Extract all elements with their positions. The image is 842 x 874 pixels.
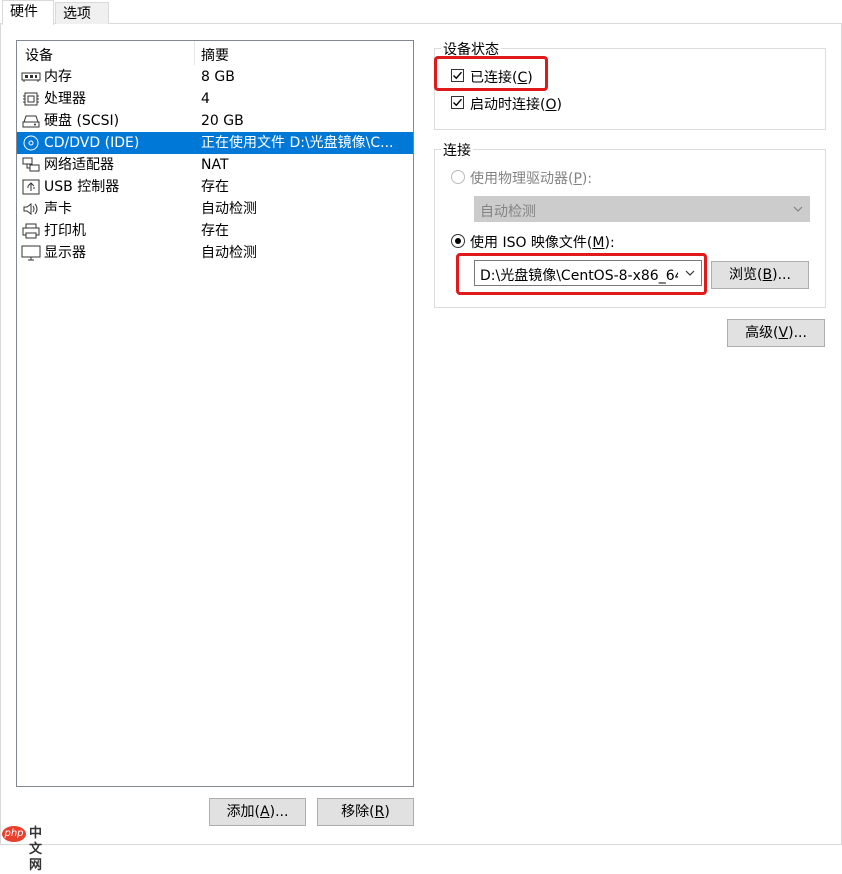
tab-bar: 硬件 选项 <box>0 0 842 25</box>
hard-disk-icon <box>22 115 40 128</box>
device-summary: 20 GB <box>201 113 244 129</box>
memory-icon <box>21 72 41 82</box>
column-header-device[interactable]: 设备 <box>25 45 53 65</box>
physical-drive-label[interactable]: 使用物理驱动器(P): <box>470 168 592 188</box>
device-name: 声卡 <box>44 201 72 217</box>
device-name: USB 控制器 <box>44 179 120 195</box>
device-row-usb-controller[interactable]: USB 控制器 存在 <box>17 176 413 198</box>
device-name: CD/DVD (IDE) <box>44 135 140 151</box>
device-name: 显示器 <box>44 245 86 261</box>
device-summary: 存在 <box>201 223 229 239</box>
advanced-button[interactable]: 高级(V)... <box>727 319 825 347</box>
processor-icon <box>23 92 39 106</box>
device-row-printer[interactable]: 打印机 存在 <box>17 220 413 242</box>
device-name: 硬盘 (SCSI) <box>44 113 120 129</box>
device-summary: NAT <box>201 157 229 173</box>
annotation-highlight-iso-path <box>456 253 707 295</box>
device-summary: 自动检测 <box>201 245 257 261</box>
device-summary: 4 <box>201 91 210 107</box>
connect-at-power-on-checkbox[interactable] <box>451 96 464 109</box>
device-summary: 存在 <box>201 179 229 195</box>
device-name: 打印机 <box>44 223 86 239</box>
column-separator[interactable] <box>194 41 195 65</box>
usb-icon <box>22 179 40 195</box>
remove-button[interactable]: 移除(R) <box>317 798 414 826</box>
connect-at-power-on-label[interactable]: 启动时连接(O) <box>470 94 562 114</box>
device-row-network-adapter[interactable]: 网络适配器 NAT <box>17 154 413 176</box>
tab-hardware[interactable]: 硬件 <box>2 0 54 25</box>
physical-drive-select[interactable]: 自动检测 <box>474 196 810 222</box>
chevron-down-icon <box>793 206 803 212</box>
printer-icon <box>22 223 40 239</box>
checkmark-icon <box>453 98 463 107</box>
php-logo: php <box>2 826 26 842</box>
tab-options[interactable]: 选项 <box>55 2 109 24</box>
device-name: 内存 <box>44 69 72 85</box>
device-summary: 8 GB <box>201 69 235 85</box>
device-name: 处理器 <box>44 91 86 107</box>
device-row-cd-dvd[interactable]: CD/DVD (IDE) 正在使用文件 D:\光盘镜像\C... <box>17 132 413 154</box>
connection-title: 连接 <box>441 140 473 160</box>
device-summary: 正在使用文件 D:\光盘镜像\C... <box>201 135 394 151</box>
browse-button[interactable]: 浏览(B)... <box>711 261 809 289</box>
column-header-summary[interactable]: 摘要 <box>201 45 229 65</box>
device-row-processor[interactable]: 处理器 4 <box>17 88 413 110</box>
device-row-memory[interactable]: 内存 8 GB <box>17 66 413 88</box>
cd-dvd-icon <box>23 135 39 151</box>
physical-drive-radio[interactable] <box>451 170 465 184</box>
add-button[interactable]: 添加(A)... <box>209 798 306 826</box>
annotation-highlight-connected <box>434 56 548 91</box>
device-summary: 自动检测 <box>201 201 257 217</box>
device-list[interactable]: 设备 摘要 内存 8 GB 处理器 4 硬盘 (SCSI) 20 GB CD/D… <box>16 40 414 787</box>
device-row-sound-card[interactable]: 声卡 自动检测 <box>17 198 413 220</box>
device-list-header: 设备 摘要 <box>17 41 413 65</box>
iso-image-radio[interactable] <box>451 234 465 248</box>
display-icon <box>21 245 41 261</box>
sound-icon <box>23 203 38 215</box>
device-row-display[interactable]: 显示器 自动检测 <box>17 242 413 264</box>
device-row-hard-disk[interactable]: 硬盘 (SCSI) 20 GB <box>17 110 413 132</box>
iso-image-label[interactable]: 使用 ISO 映像文件(M): <box>470 232 615 252</box>
watermark-text: 中文网 <box>29 826 43 873</box>
device-name: 网络适配器 <box>44 157 114 173</box>
physical-drive-value: 自动检测 <box>480 204 536 220</box>
network-adapter-icon <box>22 157 40 172</box>
